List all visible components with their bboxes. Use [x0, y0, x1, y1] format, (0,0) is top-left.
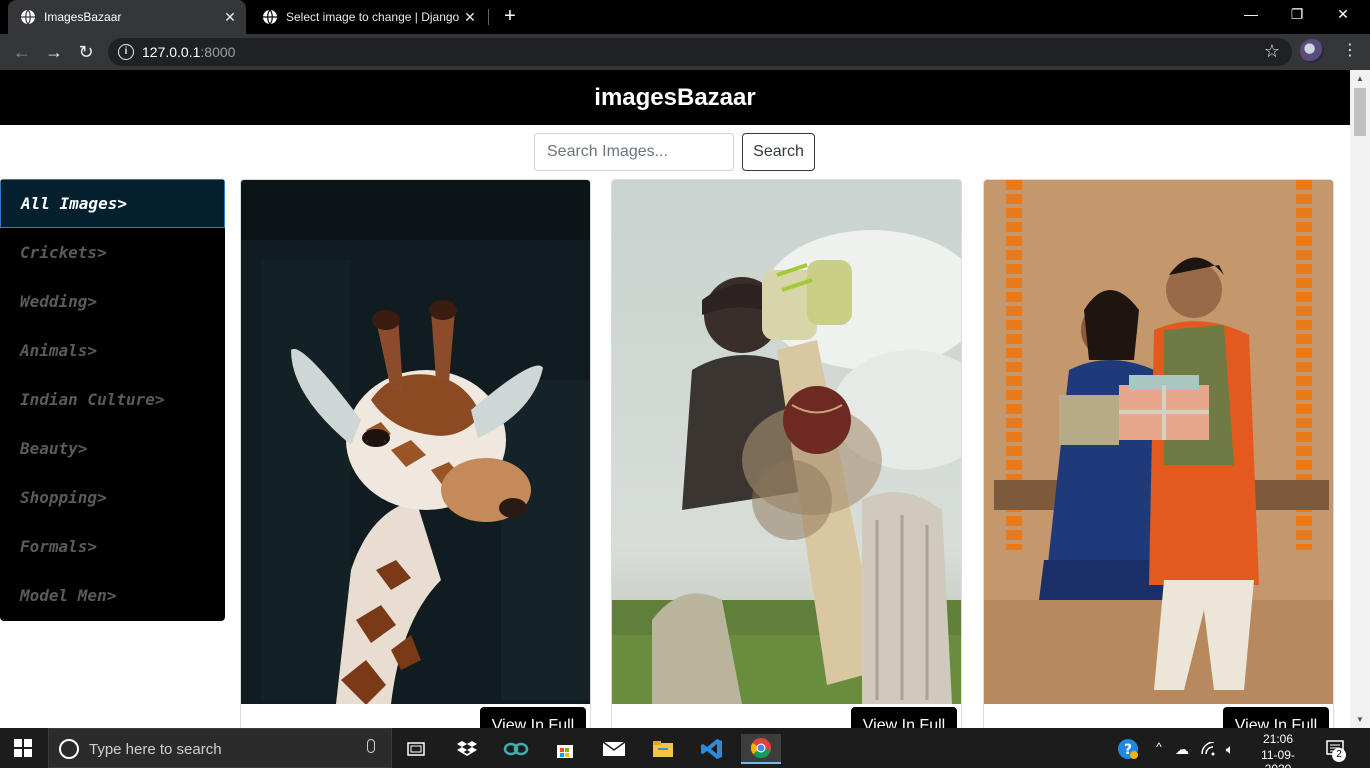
tab-django-admin[interactable]: Select image to change | Django ✕ [250, 0, 486, 34]
view-in-full-button[interactable]: View In Full [480, 707, 586, 728]
page-scrollbar[interactable]: ▲ ▼ [1350, 70, 1370, 728]
view-in-full-button[interactable]: View In Full [851, 707, 957, 728]
minimize-button[interactable]: — [1228, 0, 1274, 30]
volume-icon[interactable]: 🔈︎ [1218, 734, 1242, 764]
info-icon[interactable]: i [118, 44, 134, 60]
sidebar-item-animals[interactable]: Animals> [0, 326, 225, 375]
microphone-icon[interactable] [367, 739, 375, 753]
onedrive-icon[interactable]: ☁ [1170, 734, 1194, 764]
reload-icon[interactable]: ↻ [74, 40, 98, 64]
close-tab-icon[interactable]: ✕ [462, 9, 478, 26]
restore-button[interactable]: ❐ [1274, 0, 1320, 30]
help-icon[interactable]: ? [1110, 734, 1146, 764]
tab-separator [488, 9, 489, 25]
cricket-image[interactable] [612, 180, 961, 704]
giraffe-image[interactable] [241, 180, 590, 704]
search-input[interactable] [534, 133, 734, 171]
forward-arrow-icon[interactable]: → [42, 40, 66, 64]
dropbox-icon[interactable] [447, 734, 487, 764]
vscode-icon[interactable] [692, 734, 732, 764]
store-icon[interactable] [545, 734, 585, 764]
sidebar-item-all-images[interactable]: All Images> [0, 179, 225, 228]
chrome-icon[interactable] [741, 734, 781, 764]
cortana-icon[interactable] [59, 739, 79, 759]
address-bar[interactable]: i 127.0.0.1:8000 ☆ [108, 38, 1292, 66]
mail-icon[interactable] [594, 734, 634, 764]
category-sidebar: All Images> Crickets> Wedding> Animals> … [0, 179, 225, 621]
close-window-button[interactable]: ✕ [1320, 0, 1366, 30]
taskbar-search[interactable]: Type here to search [48, 728, 392, 768]
sidebar-item-wedding[interactable]: Wedding> [0, 277, 225, 326]
url-text: 127.0.0.1:8000 [142, 44, 236, 60]
windows-taskbar: Type here to search ? ^ ☁ 🔈︎ 21:06 11-09… [0, 728, 1370, 776]
clock-date[interactable]: 11-09-2020 [1248, 748, 1308, 776]
sidebar-item-beauty[interactable]: Beauty> [0, 424, 225, 473]
task-view-icon[interactable] [396, 734, 436, 764]
sidebar-item-indian-culture[interactable]: Indian Culture> [0, 375, 225, 424]
wifi-icon[interactable] [1196, 734, 1220, 764]
bookmark-star-icon[interactable]: ☆ [1264, 41, 1280, 62]
new-tab-button[interactable]: + [498, 5, 522, 29]
menu-icon[interactable]: ⋮ [1340, 39, 1360, 63]
image-card: View In Full [240, 179, 591, 728]
page-viewport: imagesBazaar Search All Images> Crickets… [0, 70, 1350, 728]
search-button[interactable]: Search [742, 133, 815, 171]
view-in-full-button[interactable]: View In Full [1223, 707, 1329, 728]
scroll-thumb[interactable] [1354, 88, 1366, 136]
browser-toolbar: ← → ↻ i 127.0.0.1:8000 ☆ ⋮ [0, 34, 1370, 70]
scroll-down-icon[interactable]: ▼ [1356, 715, 1364, 724]
taskbar-search-text: Type here to search [89, 741, 222, 758]
scroll-up-icon[interactable]: ▲ [1356, 74, 1364, 83]
clock-time[interactable]: 21:06 [1248, 732, 1308, 746]
browser-tab-strip: ImagesBazaar ✕ Select image to change | … [0, 0, 1370, 34]
image-card: View In Full [611, 179, 962, 728]
file-explorer-icon[interactable] [643, 734, 683, 764]
arduino-icon[interactable] [496, 734, 536, 764]
sidebar-item-model-men[interactable]: Model Men> [0, 571, 225, 620]
site-title[interactable]: imagesBazaar [594, 84, 755, 112]
site-header: imagesBazaar [0, 70, 1350, 125]
globe-icon [263, 9, 277, 25]
profile-avatar[interactable] [1300, 39, 1324, 63]
sidebar-item-crickets[interactable]: Crickets> [0, 228, 225, 277]
tab-title: ImagesBazaar [44, 10, 122, 24]
close-tab-icon[interactable]: ✕ [222, 9, 238, 26]
sidebar-item-formals[interactable]: Formals> [0, 522, 225, 571]
tab-imagesbazaar[interactable]: ImagesBazaar ✕ [8, 0, 246, 34]
chevron-up-icon[interactable]: ^ [1152, 740, 1166, 754]
globe-icon [21, 9, 35, 25]
windows-start-icon[interactable] [14, 739, 32, 757]
sidebar-item-shopping[interactable]: Shopping> [0, 473, 225, 522]
notification-badge: 2 [1332, 748, 1346, 762]
tab-title: Select image to change | Django [286, 10, 460, 24]
image-card: View In Full [983, 179, 1334, 728]
couple-image[interactable] [984, 180, 1333, 704]
back-arrow-icon[interactable]: ← [10, 40, 34, 64]
